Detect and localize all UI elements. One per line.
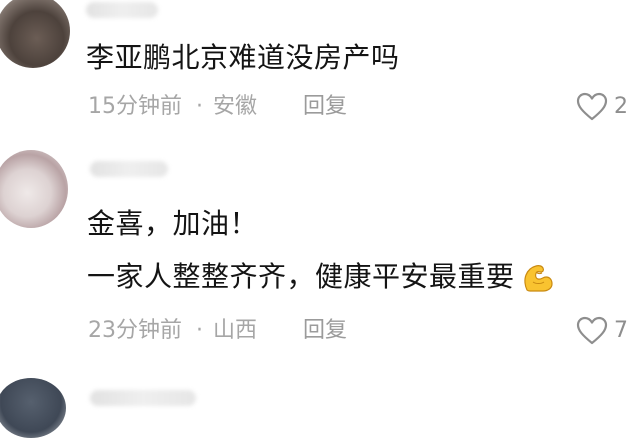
separator: ·	[196, 94, 203, 119]
like-button[interactable]: 7	[576, 316, 628, 346]
username-blurred[interactable]	[86, 2, 158, 18]
username-blurred[interactable]	[90, 161, 168, 177]
comment-time: 23分钟前	[88, 318, 182, 343]
avatar[interactable]	[0, 150, 68, 228]
like-button[interactable]: 2	[576, 92, 628, 122]
comment-meta: 23分钟前 · 山西 回复	[88, 317, 347, 345]
heart-outline-icon[interactable]	[576, 92, 608, 122]
comment-location: 安徽	[213, 94, 258, 119]
separator: ·	[196, 318, 203, 343]
like-count: 2	[614, 94, 628, 119]
comment-location: 山西	[213, 318, 258, 343]
reply-button[interactable]: 回复	[303, 93, 347, 121]
username-blurred[interactable]	[90, 390, 196, 406]
comment-text: 李亚鹏北京难道没房产吗	[86, 41, 400, 74]
comment-text-line: 一家人整整齐齐，健康平安最重要	[87, 260, 515, 293]
avatar[interactable]	[0, 0, 70, 68]
comment-text-line-with-emoji: 一家人整整齐齐，健康平安最重要	[87, 259, 555, 295]
reply-button[interactable]: 回复	[303, 317, 347, 345]
flexed-biceps-emoji-icon	[523, 265, 553, 292]
comment-meta: 15分钟前 · 安徽 回复	[88, 93, 347, 121]
avatar[interactable]	[0, 378, 66, 438]
comment-time: 15分钟前	[88, 94, 182, 119]
comment-text-line: 金喜，加油！	[87, 207, 259, 240]
like-count: 7	[614, 318, 628, 343]
heart-outline-icon[interactable]	[576, 316, 608, 346]
